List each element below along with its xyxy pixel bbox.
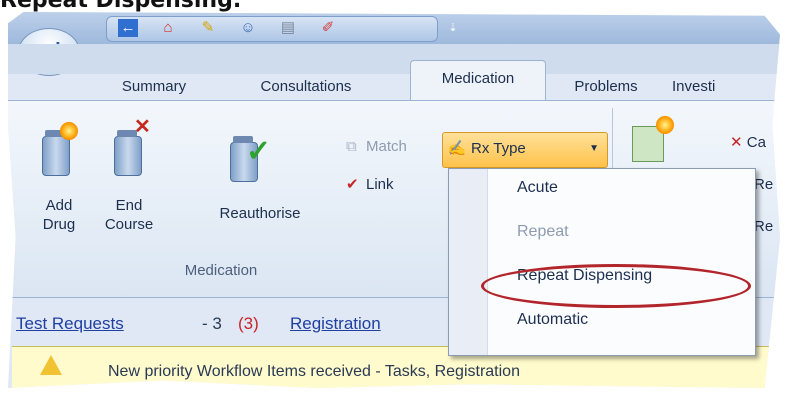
delete-x-icon: ✕ bbox=[134, 116, 151, 138]
rx-type-button[interactable]: ✍ Rx Type ▼ bbox=[442, 132, 608, 168]
registration-link[interactable]: Registration bbox=[290, 308, 381, 340]
new-burst-icon bbox=[60, 122, 78, 140]
home-icon[interactable]: ⌂ bbox=[158, 19, 178, 37]
end-course-label-2: Course bbox=[104, 216, 154, 233]
link-tick-icon: ✔ bbox=[346, 176, 359, 193]
test-requests-count: - 3 bbox=[202, 314, 222, 333]
highlight-oval bbox=[481, 264, 751, 308]
reauthorise-button[interactable]: ✓ Reauthorise bbox=[190, 122, 330, 252]
page-heading: Repeat Dispensing. bbox=[0, 0, 242, 13]
pen-icon[interactable]: ✎ bbox=[198, 19, 218, 37]
rx-type-menu: Acute Repeat Repeat Dispensing Automatic bbox=[448, 168, 756, 356]
add-drug-label-2: Drug bbox=[42, 216, 76, 233]
database-icon[interactable]: ▤ bbox=[278, 19, 298, 37]
cancel-icon: ✕ bbox=[730, 134, 743, 151]
rx-type-label: Rx Type bbox=[471, 140, 526, 157]
quick-access-toolbar: ← ⌂ ✎ ☺ ▤ ✐ ⇣ bbox=[8, 12, 780, 44]
link-label: Link bbox=[366, 176, 394, 193]
ribbon-tabs bbox=[8, 44, 780, 74]
cancel-button[interactable]: ✕ Ca bbox=[730, 132, 766, 154]
warning-icon bbox=[40, 355, 62, 375]
end-course-label-1: End bbox=[115, 197, 143, 214]
tab-consultations[interactable]: Consultations bbox=[244, 72, 368, 102]
tab-medication[interactable]: Medication bbox=[410, 60, 546, 101]
test-requests-link[interactable]: Test Requests bbox=[16, 308, 124, 340]
syringe-icon[interactable]: ✐ bbox=[318, 19, 338, 37]
right-button-2[interactable]: Re bbox=[754, 174, 773, 196]
right-button-3[interactable]: Re bbox=[754, 216, 773, 238]
new-burst-icon bbox=[656, 116, 674, 134]
menu-item-automatic[interactable]: Automatic bbox=[517, 307, 588, 333]
match-label: Match bbox=[366, 138, 407, 155]
pill-jar-icon bbox=[42, 130, 70, 176]
quick-access-bar bbox=[106, 16, 438, 42]
tab-problems[interactable]: Problems bbox=[564, 72, 648, 102]
menu-icon-gutter bbox=[449, 169, 488, 355]
users-icon[interactable]: ☺ bbox=[238, 19, 258, 37]
test-requests-red-count: (3) bbox=[238, 314, 259, 333]
cancel-label: Ca bbox=[746, 134, 766, 151]
tab-investigations[interactable]: Investi bbox=[672, 72, 752, 102]
add-drug-button[interactable]: Add Drug bbox=[28, 122, 90, 252]
emis-window: ← ⌂ ✎ ☺ ▤ ✐ ⇣ emis Summary Consultations… bbox=[8, 12, 780, 388]
back-arrow-icon[interactable]: ← bbox=[118, 19, 138, 37]
add-drug-label-1: Add bbox=[45, 197, 73, 214]
tab-summary[interactable]: Summary bbox=[108, 72, 200, 102]
end-course-button[interactable]: ✕ End Course bbox=[94, 117, 164, 252]
qat-dropdown-icon[interactable]: ⇣ bbox=[446, 19, 460, 37]
alert-text: New priority Workflow Items received - T… bbox=[108, 363, 520, 380]
medication-group-label: Medication bbox=[184, 262, 258, 279]
menu-item-acute[interactable]: Acute bbox=[517, 175, 558, 201]
checkmark-icon: ✓ bbox=[246, 135, 272, 168]
menu-item-repeat[interactable]: Repeat bbox=[517, 219, 569, 245]
match-button[interactable]: ⧉ Match bbox=[346, 136, 438, 158]
rx-type-icon: ✍ bbox=[447, 140, 467, 157]
chevron-down-icon: ▼ bbox=[589, 143, 599, 154]
reauthorise-label: Reauthorise bbox=[219, 205, 301, 222]
match-icon: ⧉ bbox=[346, 138, 357, 155]
link-button[interactable]: ✔ Link bbox=[346, 174, 436, 196]
pill-jar-icon bbox=[114, 130, 142, 176]
